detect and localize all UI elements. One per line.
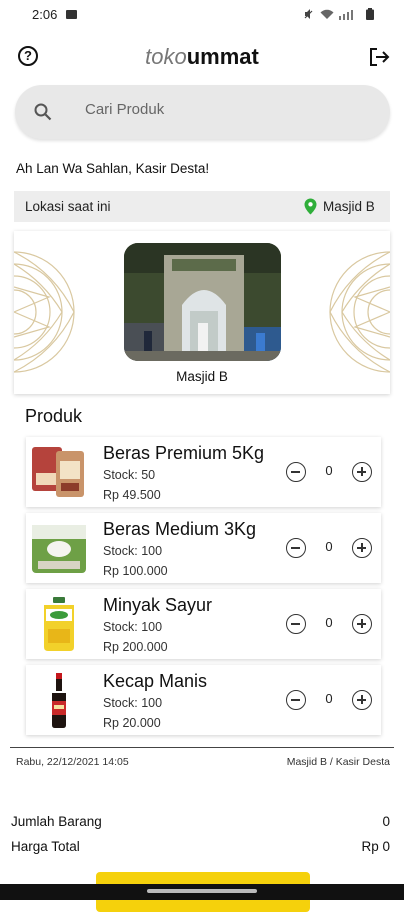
total-price-value: Rp 0	[361, 839, 390, 854]
search-icon[interactable]	[33, 102, 53, 122]
product-name: Minyak Sayur	[103, 595, 213, 615]
footer-divider	[10, 747, 394, 748]
status-time: 2:06	[32, 7, 58, 22]
quantity-value: 0	[325, 463, 333, 478]
rice-bag-medium-icon	[32, 525, 86, 573]
logout-icon[interactable]	[368, 46, 390, 68]
signal-icon	[339, 9, 353, 20]
increase-button[interactable]	[352, 690, 372, 710]
system-nav-bar	[0, 884, 404, 900]
mosque-name: Masjid B	[176, 369, 228, 384]
increase-button[interactable]	[352, 538, 372, 558]
product-stock: Stock: 100	[103, 544, 163, 558]
status-bar: 2:06	[0, 0, 404, 30]
home-gesture-handle[interactable]	[147, 889, 257, 893]
product-item: Beras Medium 3Kg Stock: 100 Rp 100.000 0	[26, 513, 381, 583]
decrease-button[interactable]	[286, 462, 306, 482]
image-notification-icon	[66, 10, 77, 19]
increase-button[interactable]	[352, 614, 372, 634]
decrease-button[interactable]	[286, 690, 306, 710]
items-count-label: Jumlah Barang	[11, 814, 102, 829]
battery-icon	[366, 8, 374, 20]
product-price: Rp 20.000	[103, 716, 161, 730]
product-stock: Stock: 100	[103, 696, 163, 710]
quantity-value: 0	[325, 539, 333, 554]
location-pin-icon	[304, 198, 317, 215]
total-price-label: Harga Total	[11, 839, 80, 854]
product-item: Beras Premium 5Kg Stock: 50 Rp 49.500 0	[26, 437, 381, 507]
location-bar: Lokasi saat ini Masjid B	[14, 191, 390, 222]
brand-bold: ummat	[186, 44, 259, 69]
decrease-button[interactable]	[286, 614, 306, 634]
quantity-value: 0	[325, 691, 333, 706]
search-input[interactable]	[85, 101, 365, 118]
product-item: Minyak Sayur Stock: 100 Rp 200.000 0	[26, 589, 381, 659]
products-title: Produk	[25, 406, 83, 426]
location-label: Lokasi saat ini	[25, 199, 111, 214]
decrease-button[interactable]	[286, 538, 306, 558]
product-item: Kecap Manis Stock: 100 Rp 20.000 0	[26, 665, 381, 735]
product-name: Beras Medium 3Kg	[103, 519, 257, 539]
cooking-oil-bottle-icon	[44, 597, 74, 651]
search-bar[interactable]	[15, 85, 390, 139]
greeting-text: Ah Lan Wa Sahlan, Kasir Desta!	[16, 161, 210, 176]
ornament-left-icon	[14, 251, 75, 373]
mosque-card: Masjid B	[14, 231, 390, 394]
product-price: Rp 49.500	[103, 488, 161, 502]
quantity-value: 0	[325, 615, 333, 630]
increase-button[interactable]	[352, 462, 372, 482]
location-value[interactable]: Masjid B	[323, 199, 375, 214]
app-logo: tokoummat	[0, 44, 404, 70]
product-name: Kecap Manis	[103, 671, 208, 691]
product-stock: Stock: 100	[103, 620, 163, 634]
ornament-right-icon	[329, 251, 390, 373]
rice-bag-premium-icon	[32, 447, 84, 497]
product-price: Rp 200.000	[103, 640, 168, 654]
transaction-date: Rabu, 22/12/2021 14:05	[16, 756, 129, 768]
product-price: Rp 100.000	[103, 564, 168, 578]
location-cashier-info: Masjid B / Kasir Desta	[286, 756, 390, 768]
status-icons	[303, 8, 374, 20]
mute-icon	[304, 9, 313, 19]
soy-sauce-bottle-icon	[52, 673, 66, 728]
wifi-icon	[320, 9, 334, 19]
mosque-photo	[124, 243, 281, 361]
brand-light: toko	[145, 44, 187, 69]
product-name: Beras Premium 5Kg	[103, 443, 265, 463]
product-stock: Stock: 50	[103, 468, 156, 482]
items-count-value: 0	[382, 814, 390, 829]
